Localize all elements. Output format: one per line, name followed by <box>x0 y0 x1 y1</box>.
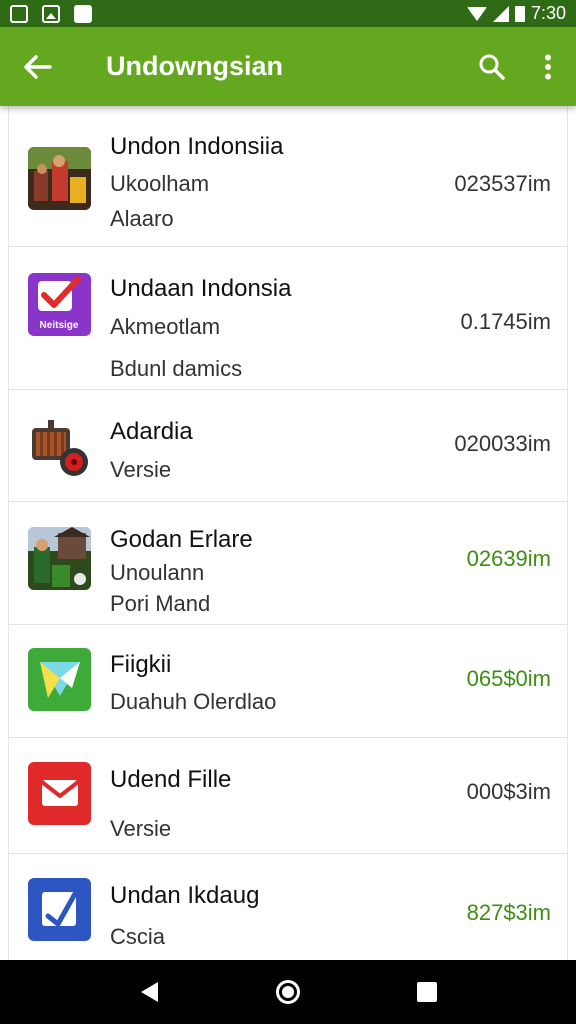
app-mail-icon <box>28 762 91 825</box>
list-item[interactable]: Undan Ikdaug Cscia 827$3im <box>9 854 567 960</box>
nav-home-icon <box>275 980 300 1004</box>
item-size: 023537im <box>454 171 551 196</box>
item-title: Adardia <box>110 418 193 445</box>
item-subtitle: Ukoolham <box>110 171 210 196</box>
app-thumbnail-photo <box>28 147 91 210</box>
item-subtitle: Cscia <box>110 924 166 949</box>
back-button[interactable] <box>0 27 76 106</box>
item-subtitle-2: Bdunl damics <box>110 356 243 381</box>
search-icon <box>479 54 505 80</box>
navigation-bar <box>0 960 576 1024</box>
item-title: Udend Fille <box>110 766 232 793</box>
item-subtitle: Akmeotlam <box>110 314 221 339</box>
item-size: 000$3im <box>466 779 551 804</box>
nav-recents-button[interactable] <box>403 968 451 1016</box>
nav-back-button[interactable] <box>125 968 173 1016</box>
signal-icon <box>492 5 509 22</box>
sim-icon <box>10 4 28 23</box>
app-title: Undowngsian <box>106 51 283 81</box>
status-bar: 7:30 <box>0 0 576 27</box>
nav-back-icon <box>140 982 158 1002</box>
nav-recents-icon <box>416 982 437 1002</box>
item-size: 827$3im <box>466 900 551 925</box>
list-item[interactable]: Godan Erlare Unoulann Pori Mand 02639im <box>9 502 567 625</box>
app-list: Undon Indonsiia Ukoolham Alaaro 023537im… <box>8 106 568 960</box>
item-size: 020033im <box>454 431 551 456</box>
item-title: Godan Erlare <box>110 526 253 553</box>
app-bar: Undowngsian <box>0 27 576 106</box>
item-subtitle-2: Alaaro <box>110 206 174 231</box>
item-title: Undaan Indonsia <box>110 275 292 302</box>
item-title: Fiigkii <box>110 651 172 678</box>
status-time: 7:30 <box>530 3 566 23</box>
app-play-icon <box>28 648 91 711</box>
app-thumbnail-photo-2 <box>28 527 91 590</box>
back-arrow-icon <box>24 54 52 79</box>
app-checkmark-icon: Neitsige <box>28 273 91 336</box>
item-size: 0.1745im <box>460 309 551 334</box>
wifi-icon <box>466 6 487 21</box>
item-size: 065$0im <box>466 666 551 691</box>
message-icon <box>74 4 92 23</box>
search-button[interactable] <box>464 27 520 106</box>
item-subtitle-2: Pori Mand <box>110 591 211 616</box>
item-subtitle: Duahuh Olerdlao <box>110 689 277 714</box>
list-item[interactable]: Fiigkii Duahuh Olerdlao 065$0im <box>9 625 567 738</box>
battery-icon <box>514 5 525 22</box>
photo-icon <box>42 4 60 23</box>
list-item[interactable]: Neitsige Undaan Indonsia Akmeotlam Bdunl… <box>9 247 567 390</box>
app-icon-label: Neitsige <box>40 320 79 331</box>
app-tasks-icon <box>28 878 91 941</box>
more-vert-icon <box>545 54 551 79</box>
list-item[interactable]: Udend Fille Versie 000$3im <box>9 738 567 854</box>
item-subtitle: Unoulann <box>110 560 205 585</box>
app-engine-icon <box>28 414 91 477</box>
nav-home-button[interactable] <box>264 968 312 1016</box>
list-item[interactable]: Undon Indonsiia Ukoolham Alaaro 023537im <box>9 106 567 247</box>
item-title: Undon Indonsiia <box>110 133 284 160</box>
item-title: Undan Ikdaug <box>110 882 260 909</box>
more-options-button[interactable] <box>520 27 576 106</box>
item-subtitle: Versie <box>110 457 172 482</box>
item-subtitle: Versie <box>110 816 172 841</box>
list-item[interactable]: Adardia Versie 020033im <box>9 390 567 502</box>
item-size: 02639im <box>466 546 551 571</box>
